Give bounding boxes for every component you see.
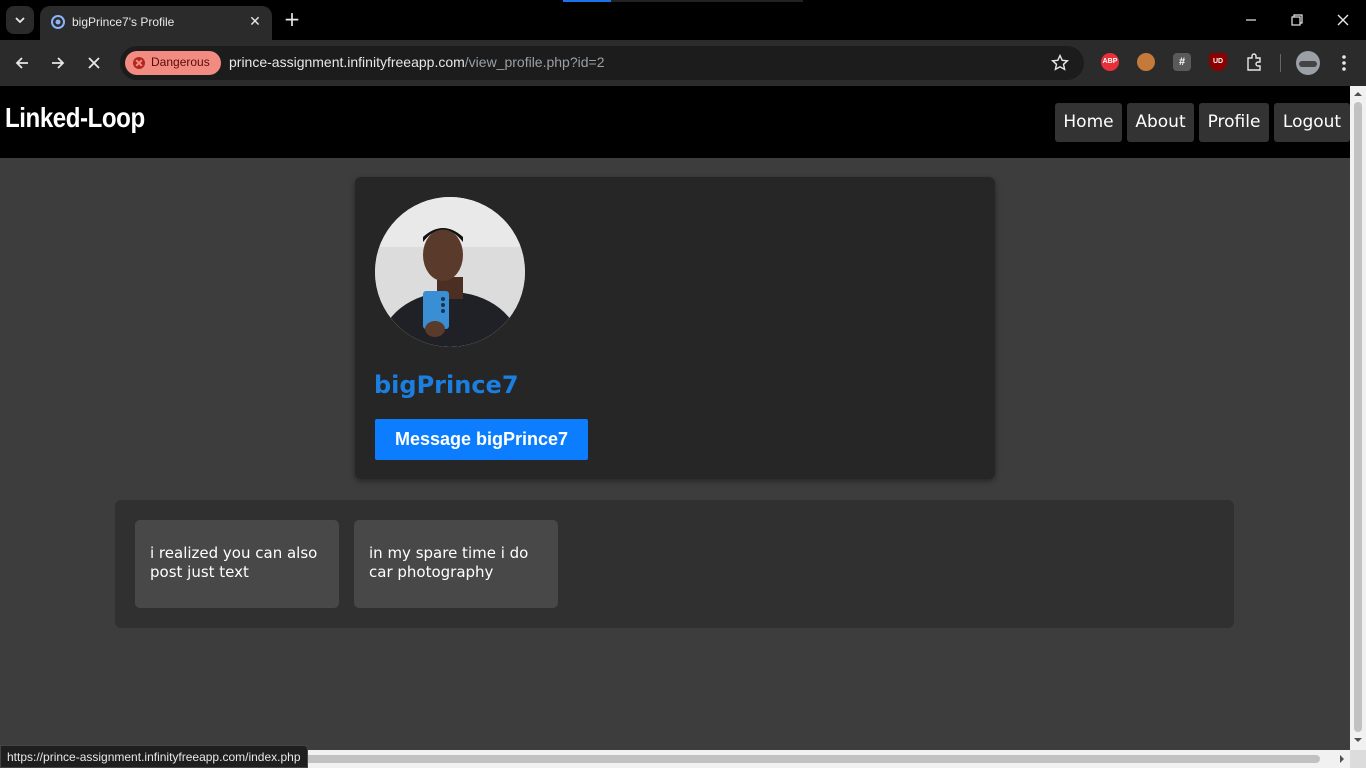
new-tab-button[interactable]: + [280, 8, 304, 32]
cookie-extension-icon[interactable] [1137, 53, 1155, 71]
page-viewport: Linked-Loop Home About Profile Logout bi… [0, 86, 1350, 750]
close-icon [88, 57, 100, 69]
url-text[interactable]: prince-assignment.infinityfreeapp.com/vi… [229, 54, 605, 70]
posts-container: i realized you can also post just text i… [115, 500, 1234, 628]
close-window-icon[interactable] [1327, 8, 1359, 32]
minimize-icon[interactable] [1235, 8, 1267, 32]
ublock-extension-icon[interactable]: UD [1209, 53, 1227, 71]
tab-strip: bigPrince7's Profile ✕ + [0, 0, 1366, 40]
avatar[interactable] [1296, 51, 1320, 75]
stop-loading-button[interactable] [82, 51, 106, 75]
site-logo[interactable]: Linked-Loop [5, 102, 145, 134]
scroll-up-icon[interactable] [1354, 90, 1362, 98]
profile-picture [375, 197, 525, 347]
arrow-right-icon [52, 57, 65, 69]
puzzle-extensions-icon[interactable] [1244, 52, 1264, 72]
browser-toolbar: Dangerous prince-assignment.infinityfree… [0, 40, 1366, 86]
url-path: /view_profile.php?id=2 [464, 54, 605, 70]
address-bar[interactable]: Dangerous prince-assignment.infinityfree… [120, 46, 1084, 80]
bookmark-star-icon[interactable] [1050, 53, 1070, 73]
profile-username: bigPrince7 [374, 371, 519, 399]
scroll-down-icon[interactable] [1354, 736, 1362, 744]
forward-button[interactable] [46, 51, 70, 75]
hash-extension-icon[interactable]: # [1173, 53, 1191, 71]
site-header: Linked-Loop Home About Profile Logout [0, 86, 1350, 158]
url-host: prince-assignment.infinityfreeapp.com [229, 54, 465, 70]
restore-icon[interactable] [1281, 8, 1313, 32]
nav-profile[interactable]: Profile [1199, 103, 1269, 142]
vertical-scroll-thumb[interactable] [1354, 102, 1362, 732]
toolbar-separator [1280, 54, 1281, 72]
back-button[interactable] [10, 51, 34, 75]
post-card[interactable]: in my spare time i do car photography [354, 520, 558, 608]
loading-indicator [563, 0, 803, 2]
active-tab[interactable]: bigPrince7's Profile ✕ [40, 6, 272, 40]
kebab-menu-icon[interactable] [1334, 53, 1354, 73]
nav-about[interactable]: About [1127, 103, 1194, 142]
vertical-scrollbar[interactable] [1350, 86, 1366, 750]
loading-favicon-icon [51, 15, 65, 29]
security-label: Dangerous [151, 55, 210, 69]
link-status-bubble: https://prince-assignment.infinityfreeap… [0, 745, 308, 768]
person-photo-icon [375, 197, 525, 347]
tab-title: bigPrince7's Profile [72, 15, 175, 29]
danger-icon [133, 57, 145, 69]
tab-search-button[interactable] [6, 6, 34, 34]
security-warning-chip[interactable]: Dangerous [125, 51, 221, 75]
arrow-left-icon [15, 57, 28, 69]
scroll-right-icon[interactable] [1338, 755, 1346, 763]
adblock-extension-icon[interactable]: ABP [1101, 53, 1119, 71]
chevron-down-icon [15, 17, 25, 24]
post-card[interactable]: i realized you can also post just text [135, 520, 339, 608]
close-tab-icon[interactable]: ✕ [246, 13, 264, 31]
profile-card: bigPrince7 Message bigPrince7 [355, 177, 995, 479]
nav-logout[interactable]: Logout [1274, 103, 1350, 142]
scrollbar-corner [1350, 750, 1366, 768]
message-user-button[interactable]: Message bigPrince7 [375, 419, 588, 460]
nav-home[interactable]: Home [1055, 103, 1122, 142]
